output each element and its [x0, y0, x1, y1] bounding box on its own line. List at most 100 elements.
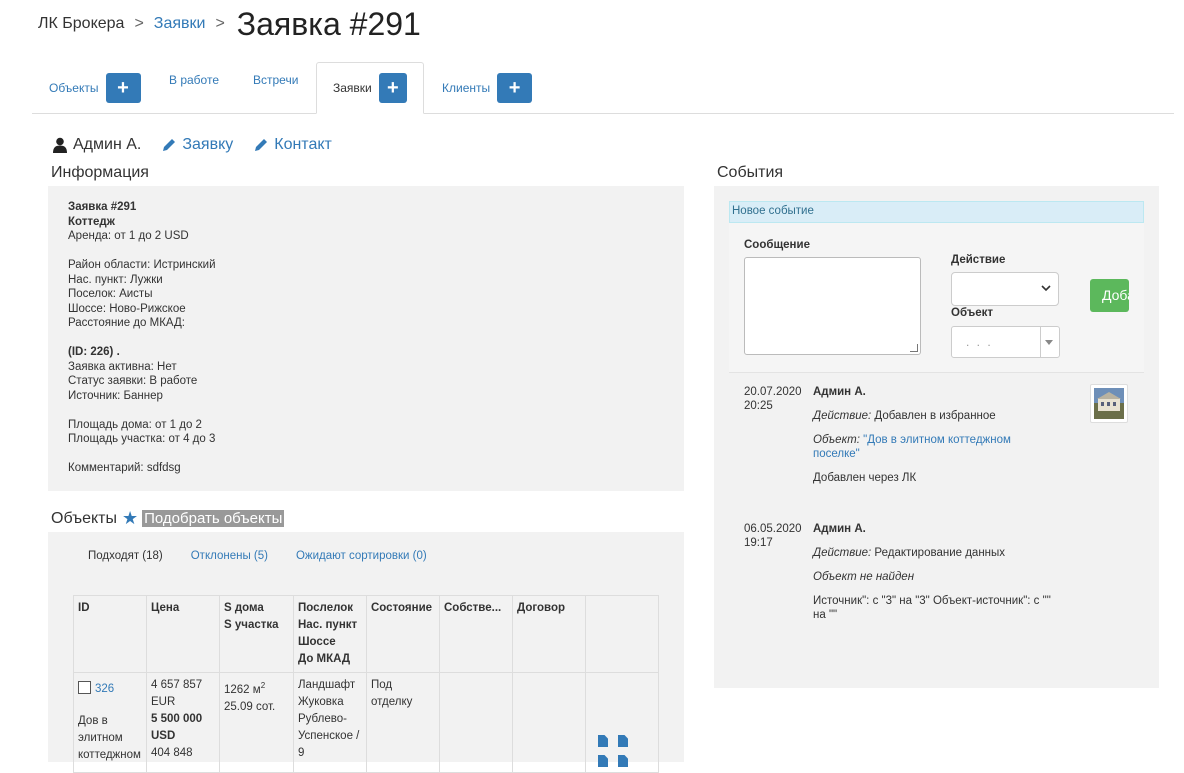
info-line: Площадь дома: от 1 до 2	[68, 418, 202, 431]
col-contract[interactable]: Договор	[512, 595, 586, 673]
document-icon[interactable]	[598, 755, 608, 767]
col-id-label: ID	[78, 602, 90, 614]
tab-label: В работе	[169, 73, 220, 87]
action-label: Действие	[951, 254, 1006, 266]
col-price-label: Цена	[151, 602, 180, 614]
object-placeholder: . . .	[966, 335, 993, 349]
event-date: 20.07.2020	[744, 386, 802, 398]
col-id[interactable]: ID	[73, 595, 147, 673]
events-heading: События	[717, 164, 784, 181]
price-eur: 4 657 857	[151, 679, 203, 691]
event-note: Добавлен через ЛК	[813, 472, 917, 484]
col-owner-label: Собстве...	[444, 602, 502, 614]
col-owner[interactable]: Собстве...	[439, 595, 513, 673]
pencil-icon	[163, 139, 176, 151]
info-line: Район области: Истринский	[68, 259, 216, 271]
tab-label: Заявки	[333, 81, 372, 95]
cell-price: 4 657 857 EUR 5 500 000 USD 404 848	[146, 672, 220, 773]
add-event-button[interactable]: Добавить	[1090, 279, 1129, 312]
event-user: Админ А.	[813, 386, 866, 398]
edit-contact-link[interactable]: Контакт	[253, 136, 332, 154]
add-request-button[interactable]: +	[378, 73, 407, 103]
col-area[interactable]: S дома S участка	[219, 595, 294, 673]
tab-requests[interactable]: Заявки +	[316, 62, 424, 114]
document-icon[interactable]	[618, 755, 628, 767]
new-event-header: Новое событие	[729, 201, 1144, 223]
subtab-awaiting-sort[interactable]: Ожидают сортировки (0)	[296, 550, 427, 562]
edit-request-link[interactable]: Заявку	[161, 136, 233, 154]
price-eur-currency: EUR	[151, 696, 176, 708]
info-line: Нас. пункт: Лужки	[68, 273, 163, 286]
state-line: Под	[371, 679, 393, 691]
col-price[interactable]: Цена	[146, 595, 220, 673]
breadcrumb-home[interactable]: ЛК Брокера	[38, 15, 124, 33]
info-line: Площадь участка: от 4 до 3	[68, 433, 216, 445]
event-object-label: Объект:	[813, 434, 860, 446]
info-line: Источник: Баннер	[68, 389, 163, 402]
info-line: Аренда: от 1 до 2 USD	[68, 230, 189, 242]
breadcrumb-section[interactable]: Заявки	[154, 15, 206, 33]
edit-request-label: Заявку	[182, 136, 234, 153]
event-action: Редактирование данных	[874, 547, 1006, 559]
plot-area: 25.09 сот.	[224, 700, 276, 713]
tab-objects[interactable]: Объекты +	[49, 62, 141, 114]
tab-clients[interactable]: Клиенты +	[442, 62, 533, 114]
state-line: отделку	[371, 696, 413, 708]
request-owner-line: Админ А. Заявку Контакт	[52, 136, 352, 154]
price-extra: 404 848	[151, 747, 193, 759]
resize-handle-icon[interactable]	[910, 344, 918, 352]
pick-objects-button[interactable]: Подобрать объекты	[142, 510, 285, 527]
objects-header: Объекты ★ Подобрать объекты	[51, 508, 285, 529]
location-line: Успенское /	[298, 730, 360, 742]
star-icon[interactable]: ★	[122, 508, 138, 529]
events-panel: Новое событие Сообщение Действие Объект …	[714, 186, 1159, 688]
tab-in-work[interactable]: В работе	[169, 54, 219, 106]
edit-contact-label: Контакт	[274, 136, 332, 153]
col-state[interactable]: Состояние	[366, 595, 440, 673]
object-label: Объект	[951, 307, 994, 319]
object-thumbnail[interactable]	[1090, 384, 1128, 423]
event-time: 19:17	[744, 537, 773, 549]
info-line: Расстояние до МКАД:	[68, 317, 185, 329]
location-line: Ландшафт	[298, 679, 356, 691]
action-select[interactable]	[951, 272, 1059, 306]
subtab-rejected[interactable]: Отклонены (5)	[191, 550, 268, 562]
tab-label: Встречи	[253, 73, 299, 87]
document-icon[interactable]	[598, 735, 608, 747]
chevron-down-icon	[1041, 285, 1051, 292]
message-label: Сообщение	[744, 239, 810, 251]
info-panel: Заявка #291 Коттедж Аренда: от 1 до 2 USD Р…	[48, 186, 684, 491]
object-select[interactable]: . . .	[951, 326, 1060, 358]
add-object-button[interactable]: +	[105, 73, 141, 103]
tab-label: Объекты	[49, 81, 99, 95]
col-location[interactable]: Послелок Нас. пункт Шоссе До МКАД	[293, 595, 367, 673]
caret-down-icon	[1045, 340, 1053, 345]
event-action-label: Действие:	[813, 410, 872, 422]
tab-meetings[interactable]: Встречи	[253, 54, 298, 106]
cell-state: Под отделку	[366, 672, 440, 773]
table-row: 326 Дов в элитном коттеджном 4 657 857 E…	[73, 672, 659, 773]
message-input[interactable]	[744, 257, 921, 355]
info-line: Комментарий: sdfdsg	[68, 462, 181, 474]
add-client-button[interactable]: +	[497, 73, 533, 103]
objects-table: ID Цена S дома S участка Послелок Нас. п…	[73, 595, 659, 773]
object-id-link[interactable]: 326	[95, 683, 114, 695]
cell-owner	[439, 672, 513, 773]
info-line: Заявка #291	[68, 201, 137, 213]
document-icon[interactable]	[618, 735, 628, 747]
row-checkbox[interactable]	[78, 681, 91, 694]
col-area-label: S участка	[224, 619, 279, 631]
owner-name: Админ А.	[73, 136, 142, 153]
subtab-suitable[interactable]: Подходят (18)	[88, 550, 163, 562]
new-event-form: Сообщение Действие Объект . . . Добавить	[729, 223, 1144, 373]
location-line: Рублево-	[298, 713, 347, 725]
chevron-right-icon: >	[215, 15, 225, 32]
objects-heading: Объекты	[51, 509, 117, 527]
object-name: Дов в элитном коттеджном	[78, 715, 141, 761]
info-line: Коттедж	[68, 215, 115, 228]
page-title: Заявка #291	[236, 5, 421, 42]
chevron-right-icon: >	[134, 15, 144, 32]
